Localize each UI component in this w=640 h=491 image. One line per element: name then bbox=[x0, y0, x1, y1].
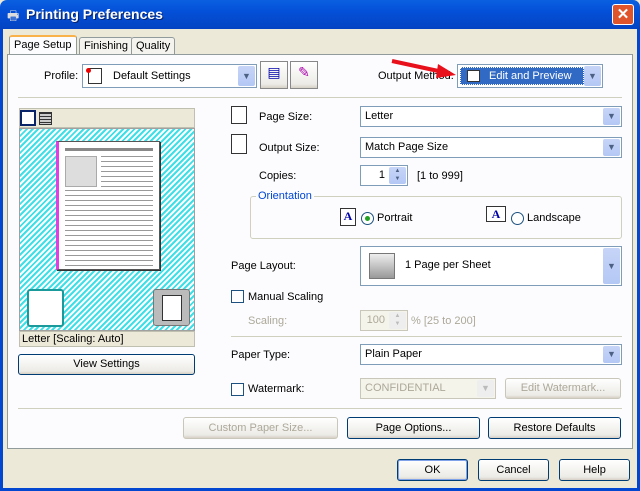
add-profile-icon: ▤ bbox=[267, 64, 281, 80]
manual-scaling-checkbox[interactable] bbox=[231, 290, 244, 303]
copies-spinner[interactable]: 1 ▲ ▼ bbox=[360, 165, 408, 186]
scaling-value: 100 bbox=[366, 314, 385, 326]
scaling-spinner[interactable]: 100 ▲ ▼ bbox=[360, 310, 408, 331]
page-options-button[interactable]: Page Options... bbox=[347, 417, 480, 439]
chevron-down-icon[interactable]: ▼ bbox=[603, 346, 620, 363]
output-size-icon bbox=[231, 134, 247, 154]
paper-type-select[interactable]: Plain Paper ▼ bbox=[360, 344, 622, 365]
profile-icon bbox=[86, 68, 102, 84]
scaling-label: Scaling: bbox=[248, 315, 288, 327]
tab-quality[interactable]: Quality bbox=[131, 37, 176, 55]
preview-page bbox=[56, 141, 160, 270]
chevron-down-icon[interactable]: ▼ bbox=[238, 66, 255, 86]
ok-button[interactable]: OK bbox=[397, 459, 468, 481]
copies-value: 1 bbox=[378, 169, 385, 181]
divider bbox=[18, 97, 622, 98]
landscape-label[interactable]: Landscape bbox=[527, 212, 581, 224]
profile-value: Default Settings bbox=[113, 70, 191, 82]
paper-type-value: Plain Paper bbox=[365, 348, 422, 360]
close-button[interactable]: ✕ bbox=[612, 4, 634, 25]
chevron-down-icon[interactable]: ▼ bbox=[603, 108, 620, 125]
profile-select[interactable]: Default Settings ▼ bbox=[82, 64, 257, 88]
copies-label: Copies: bbox=[259, 170, 297, 182]
page-size-select[interactable]: Letter ▼ bbox=[360, 106, 622, 127]
view-settings-button[interactable]: View Settings bbox=[18, 354, 195, 375]
spinner-arrows-icon[interactable]: ▲ ▼ bbox=[389, 167, 406, 184]
output-method-value: Edit and Preview bbox=[489, 70, 572, 82]
page-view-icon[interactable] bbox=[20, 110, 36, 126]
page-layout-select[interactable]: 1 Page per Sheet ▼ bbox=[360, 246, 622, 286]
page-layout-icon bbox=[369, 253, 395, 279]
printer-icon: 🖶 bbox=[7, 8, 20, 23]
divider bbox=[18, 408, 622, 409]
watermark-value: CONFIDENTIAL bbox=[365, 382, 446, 394]
page-size-value: Letter bbox=[365, 110, 394, 122]
landscape-icon: A bbox=[486, 206, 506, 222]
window-title: Printing Preferences bbox=[26, 6, 163, 22]
copies-range: [1 to 999] bbox=[417, 170, 463, 182]
spinner-arrows-icon[interactable]: ▲ ▼ bbox=[389, 312, 406, 329]
edit-profile-icon: ✎ bbox=[298, 64, 310, 80]
divider bbox=[231, 336, 622, 337]
edit-preview-icon bbox=[467, 70, 480, 82]
tab-finishing[interactable]: Finishing bbox=[79, 37, 134, 55]
scaling-range: % [25 to 200] bbox=[411, 315, 476, 327]
watermark-checkbox[interactable] bbox=[231, 383, 244, 396]
chevron-down-icon[interactable]: ▼ bbox=[603, 248, 620, 284]
page-preview bbox=[19, 128, 195, 331]
edit-profile-button[interactable]: ✎ bbox=[290, 61, 318, 89]
preview-toolbar bbox=[19, 108, 195, 128]
page-size-label: Page Size: bbox=[259, 111, 313, 123]
portrait-label[interactable]: Portrait bbox=[377, 212, 412, 224]
help-button[interactable]: Help bbox=[559, 459, 630, 481]
profile-label: Profile: bbox=[44, 70, 79, 82]
printer-view-icon[interactable] bbox=[39, 112, 52, 125]
restore-defaults-button[interactable]: Restore Defaults bbox=[488, 417, 621, 439]
custom-paper-size-button[interactable]: Custom Paper Size... bbox=[183, 417, 338, 439]
watermark-label[interactable]: Watermark: bbox=[248, 383, 304, 395]
page-layout-value: 1 Page per Sheet bbox=[405, 259, 491, 271]
tab-page-setup[interactable]: Page Setup bbox=[9, 35, 77, 55]
paper-type-label: Paper Type: bbox=[231, 349, 291, 361]
landscape-radio[interactable] bbox=[511, 212, 524, 225]
cancel-button[interactable]: Cancel bbox=[478, 459, 549, 481]
output-size-select[interactable]: Match Page Size ▼ bbox=[360, 137, 622, 158]
output-method-select[interactable]: Edit and Preview ▼ bbox=[457, 64, 603, 88]
portrait-radio[interactable] bbox=[361, 212, 374, 225]
chevron-down-icon[interactable]: ▼ bbox=[584, 66, 601, 86]
add-profile-button[interactable]: ▤ bbox=[260, 61, 288, 89]
red-arrow-annotation bbox=[391, 59, 456, 78]
portrait-icon: A bbox=[340, 208, 356, 226]
output-size-value: Match Page Size bbox=[365, 141, 449, 153]
edit-watermark-button[interactable]: Edit Watermark... bbox=[505, 378, 621, 399]
chevron-down-icon[interactable]: ▼ bbox=[603, 139, 620, 156]
watermark-select[interactable]: CONFIDENTIAL ▼ bbox=[360, 378, 496, 399]
manual-scaling-label[interactable]: Manual Scaling bbox=[248, 291, 323, 303]
title-bar: 🖶 Printing Preferences ✕ bbox=[0, 0, 640, 29]
collate-icon[interactable] bbox=[27, 289, 64, 327]
preview-caption: Letter [Scaling: Auto] bbox=[19, 331, 195, 347]
chevron-down-icon[interactable]: ▼ bbox=[477, 380, 494, 397]
page-size-icon bbox=[231, 106, 247, 124]
page-layout-label: Page Layout: bbox=[231, 260, 296, 272]
output-size-label: Output Size: bbox=[259, 142, 320, 154]
paper-icon[interactable] bbox=[153, 289, 190, 326]
orientation-label: Orientation bbox=[256, 190, 314, 202]
